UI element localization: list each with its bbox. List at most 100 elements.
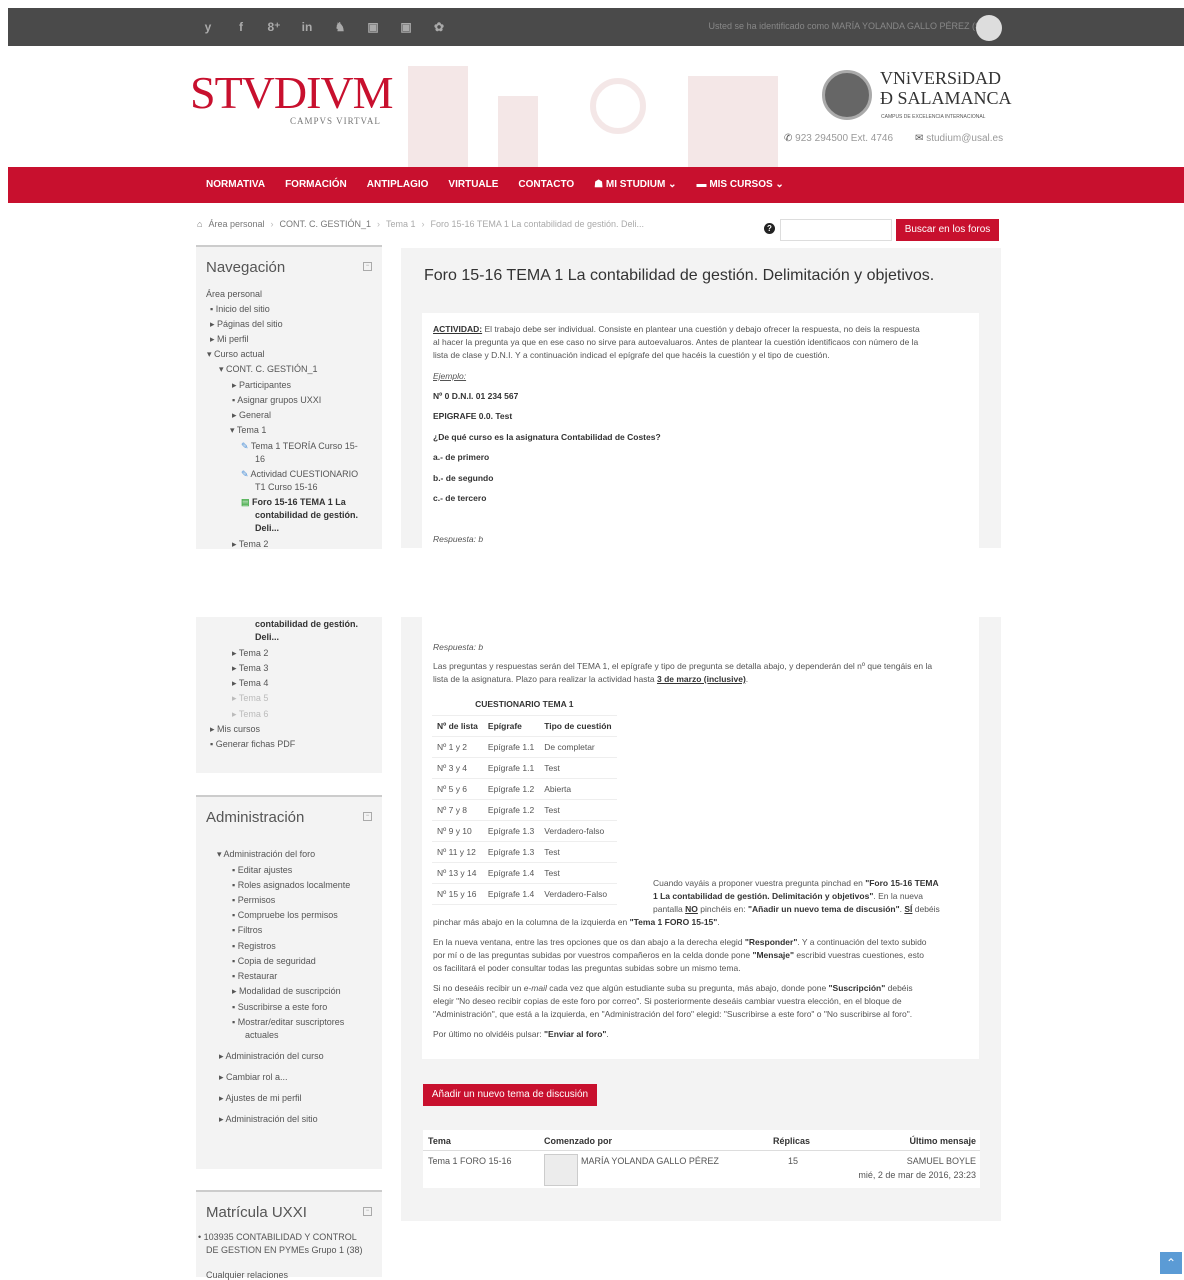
nav-general[interactable]: ▸ General xyxy=(232,410,271,421)
nav-tema4[interactable]: ▸ Tema 4 xyxy=(232,678,268,689)
column-header-ultimo[interactable]: Último mensaje xyxy=(909,1136,976,1146)
breadcrumb-tema[interactable]: Tema 1 xyxy=(386,219,416,229)
admin-restaurar[interactable]: ▪ Restaurar xyxy=(232,971,277,981)
example-epigrafe: EPIGRAFE 0.0. Test xyxy=(433,411,513,421)
breadcrumb-course[interactable]: CONT. C. GESTIÓN_1 xyxy=(279,219,371,229)
discussion-replies[interactable]: 15 xyxy=(788,1156,798,1166)
pinterest-icon[interactable]: ✿ xyxy=(429,17,449,37)
add-discussion-button[interactable]: Añadir un nuevo tema de discusión xyxy=(423,1084,597,1106)
studium-logo[interactable]: STVDIVM xyxy=(190,70,394,116)
email-text[interactable]: ✉ studium@usal.es xyxy=(915,133,1003,144)
admin-curso[interactable]: ▸ Administración del curso xyxy=(219,1051,324,1062)
example-dni: Nº 0 D.N.I. 01 234 567 xyxy=(433,391,519,401)
nav-tema2-b[interactable]: ▸ Tema 2 xyxy=(232,648,268,659)
last-post-date[interactable]: mié, 2 de mar de 2016, 23:23 xyxy=(858,1170,976,1180)
nav-foro[interactable]: ▤ Foro 15-16 TEMA 1 La xyxy=(241,497,346,508)
admin-suscribirse[interactable]: ▪ Suscribirse a este foro xyxy=(232,1002,327,1012)
collapse-icon[interactable]: − xyxy=(363,1207,372,1216)
logged-in-text[interactable]: Usted se ha identificado como MARÍA YOLA… xyxy=(709,21,996,31)
forum-search-input[interactable] xyxy=(780,219,892,241)
nav-tema6[interactable]: ▸ Tema 6 xyxy=(232,709,268,720)
nav-tema2[interactable]: ▸ Tema 2 xyxy=(232,539,268,550)
nav-formacion[interactable]: FORMACIÓN xyxy=(285,179,347,190)
nav-actividad[interactable]: ✎ Actividad CUESTIONARIO xyxy=(241,469,358,480)
briefcase-icon: ▬ xyxy=(696,179,710,190)
admin-permisos[interactable]: ▪ Permisos xyxy=(232,895,275,905)
nav-tema1[interactable]: ▾ Tema 1 xyxy=(230,425,266,436)
collapse-icon[interactable]: − xyxy=(363,262,372,271)
column-header-replicas[interactable]: Réplicas xyxy=(773,1136,810,1146)
column-header-comenzado[interactable]: Comenzado por xyxy=(544,1136,612,1146)
nav-tema3[interactable]: ▸ Tema 3 xyxy=(232,663,268,674)
nav-tema5[interactable]: ▸ Tema 5 xyxy=(232,693,268,704)
nav-mis-cursos[interactable]: ▬ MIS CURSOS ⌄ xyxy=(697,179,784,190)
nav-mi-studium[interactable]: ☗ MI STUDIUM ⌄ xyxy=(594,179,676,190)
nav-area-personal[interactable]: Área personal xyxy=(206,289,262,299)
twitter-icon[interactable]: y xyxy=(198,17,218,37)
nav-course[interactable]: ▾ CONT. C. GESTIÓN_1 xyxy=(219,364,318,375)
breadcrumb-area-personal[interactable]: Área personal xyxy=(208,219,264,229)
admin-foro[interactable]: ▾ Administración del foro xyxy=(217,849,315,860)
main-navbar: NORMATIVA FORMACIÓN ANTIPLAGIO VIRTUALE … xyxy=(8,167,1184,203)
column-header-tema[interactable]: Tema xyxy=(428,1136,451,1146)
admin-modalidad[interactable]: ▸ Modalidad de suscripción xyxy=(232,986,341,997)
discussion-author[interactable]: MARÍA YOLANDA GALLO PÉREZ xyxy=(581,1156,719,1166)
facebook-icon[interactable]: f xyxy=(231,17,251,37)
matricula-more[interactable]: Cualquier relaciones xyxy=(206,1270,288,1280)
nav-foro-cont-2[interactable]: Deli... xyxy=(255,632,279,642)
help-icon[interactable]: ? xyxy=(764,223,775,234)
google-plus-icon[interactable]: 8⁺ xyxy=(264,17,284,37)
nav-normativa[interactable]: NORMATIVA xyxy=(206,179,265,190)
nav-curso-actual[interactable]: ▾ Curso actual xyxy=(207,349,265,360)
university-seal-icon[interactable] xyxy=(822,70,872,120)
search-forums-button[interactable]: Buscar en los foros xyxy=(896,219,999,241)
phone-icon: ✆ xyxy=(784,133,796,144)
matricula-course[interactable]: • 103935 CONTABILIDAD Y CONTROL xyxy=(198,1232,357,1242)
nav-contacto[interactable]: CONTACTO xyxy=(518,179,574,190)
nav-tema1-teoria[interactable]: ✎ Tema 1 TEORÍA Curso 15- xyxy=(241,441,358,452)
admin-compruebe[interactable]: ▪ Compruebe los permisos xyxy=(232,910,338,920)
nav-participantes[interactable]: ▸ Participantes xyxy=(232,380,291,391)
scroll-top-button[interactable]: ⌃ xyxy=(1160,1252,1182,1274)
cathedral-watermark xyxy=(408,66,778,167)
table-row: Nº 15 y 16 Epígrafe 1.4 Verdadero-Falso xyxy=(432,883,617,905)
admin-copia[interactable]: ▪ Copia de seguridad xyxy=(232,956,316,966)
matricula-course-2[interactable]: DE GESTION EN PYMEs Grupo 1 (38) xyxy=(206,1245,363,1255)
table-row: Nº 11 y 12 Epígrafe 1.3 Test xyxy=(432,841,617,863)
instagram-icon[interactable]: ▣ xyxy=(396,17,416,37)
discussion-link[interactable]: Tema 1 FORO 15-16 xyxy=(428,1156,512,1166)
author-avatar[interactable] xyxy=(544,1154,578,1186)
nav-tema1-teoria-2[interactable]: 16 xyxy=(255,454,265,464)
example-question: ¿De qué curso es la asignatura Contabili… xyxy=(433,432,661,442)
nav-generar-fichas[interactable]: ▪ Generar fichas PDF xyxy=(210,739,295,749)
nav-antiplagio[interactable]: ANTIPLAGIO xyxy=(367,179,429,190)
admin-registros[interactable]: ▪ Registros xyxy=(232,941,276,951)
admin-ajustes-perfil[interactable]: ▸ Ajustes de mi perfil xyxy=(219,1093,302,1104)
linkedin-icon[interactable]: in xyxy=(297,17,317,37)
youtube-icon[interactable]: ♞ xyxy=(330,17,350,37)
last-post-user[interactable]: SAMUEL BOYLE xyxy=(907,1156,976,1166)
nav-foro-2[interactable]: contabilidad de gestión. xyxy=(255,510,358,520)
nav-paginas[interactable]: ▸ Páginas del sitio xyxy=(210,319,283,330)
admin-sitio[interactable]: ▸ Administración del sitio xyxy=(219,1114,318,1125)
nav-virtuale[interactable]: VIRTUALE xyxy=(448,179,498,190)
admin-mostrar-2[interactable]: actuales xyxy=(245,1030,279,1040)
video-icon[interactable]: ▣ xyxy=(363,17,383,37)
admin-roles[interactable]: ▪ Roles asignados localmente xyxy=(232,880,350,890)
nav-perfil[interactable]: ▸ Mi perfil xyxy=(210,334,249,345)
admin-editar[interactable]: ▪ Editar ajustes xyxy=(232,865,292,875)
nav-foro-cont[interactable]: contabilidad de gestión. xyxy=(255,619,358,629)
admin-cambiar-rol[interactable]: ▸ Cambiar rol a... xyxy=(219,1072,288,1083)
nav-inicio[interactable]: ▪ Inicio del sitio xyxy=(210,304,270,314)
admin-mostrar[interactable]: ▪ Mostrar/editar suscriptores xyxy=(232,1017,344,1027)
nav-foro-3[interactable]: Deli... xyxy=(255,523,279,533)
example-answer: Respuesta: b xyxy=(433,534,484,544)
contact-info: ✆ 923 294500 Ext. 4746 ✉ studium@usal.es xyxy=(784,133,1003,144)
nav-asignar-grupos[interactable]: ▪ Asignar grupos UXXI xyxy=(232,395,321,405)
university-name[interactable]: VNiVERSiDAD Ð SALAMANCA xyxy=(880,68,1012,108)
admin-filtros[interactable]: ▪ Filtros xyxy=(232,925,262,935)
user-avatar[interactable] xyxy=(976,15,1002,41)
nav-actividad-2[interactable]: T1 Curso 15-16 xyxy=(255,482,318,492)
nav-mis-cursos[interactable]: ▸ Mis cursos xyxy=(210,724,260,735)
collapse-icon[interactable]: − xyxy=(363,812,372,821)
